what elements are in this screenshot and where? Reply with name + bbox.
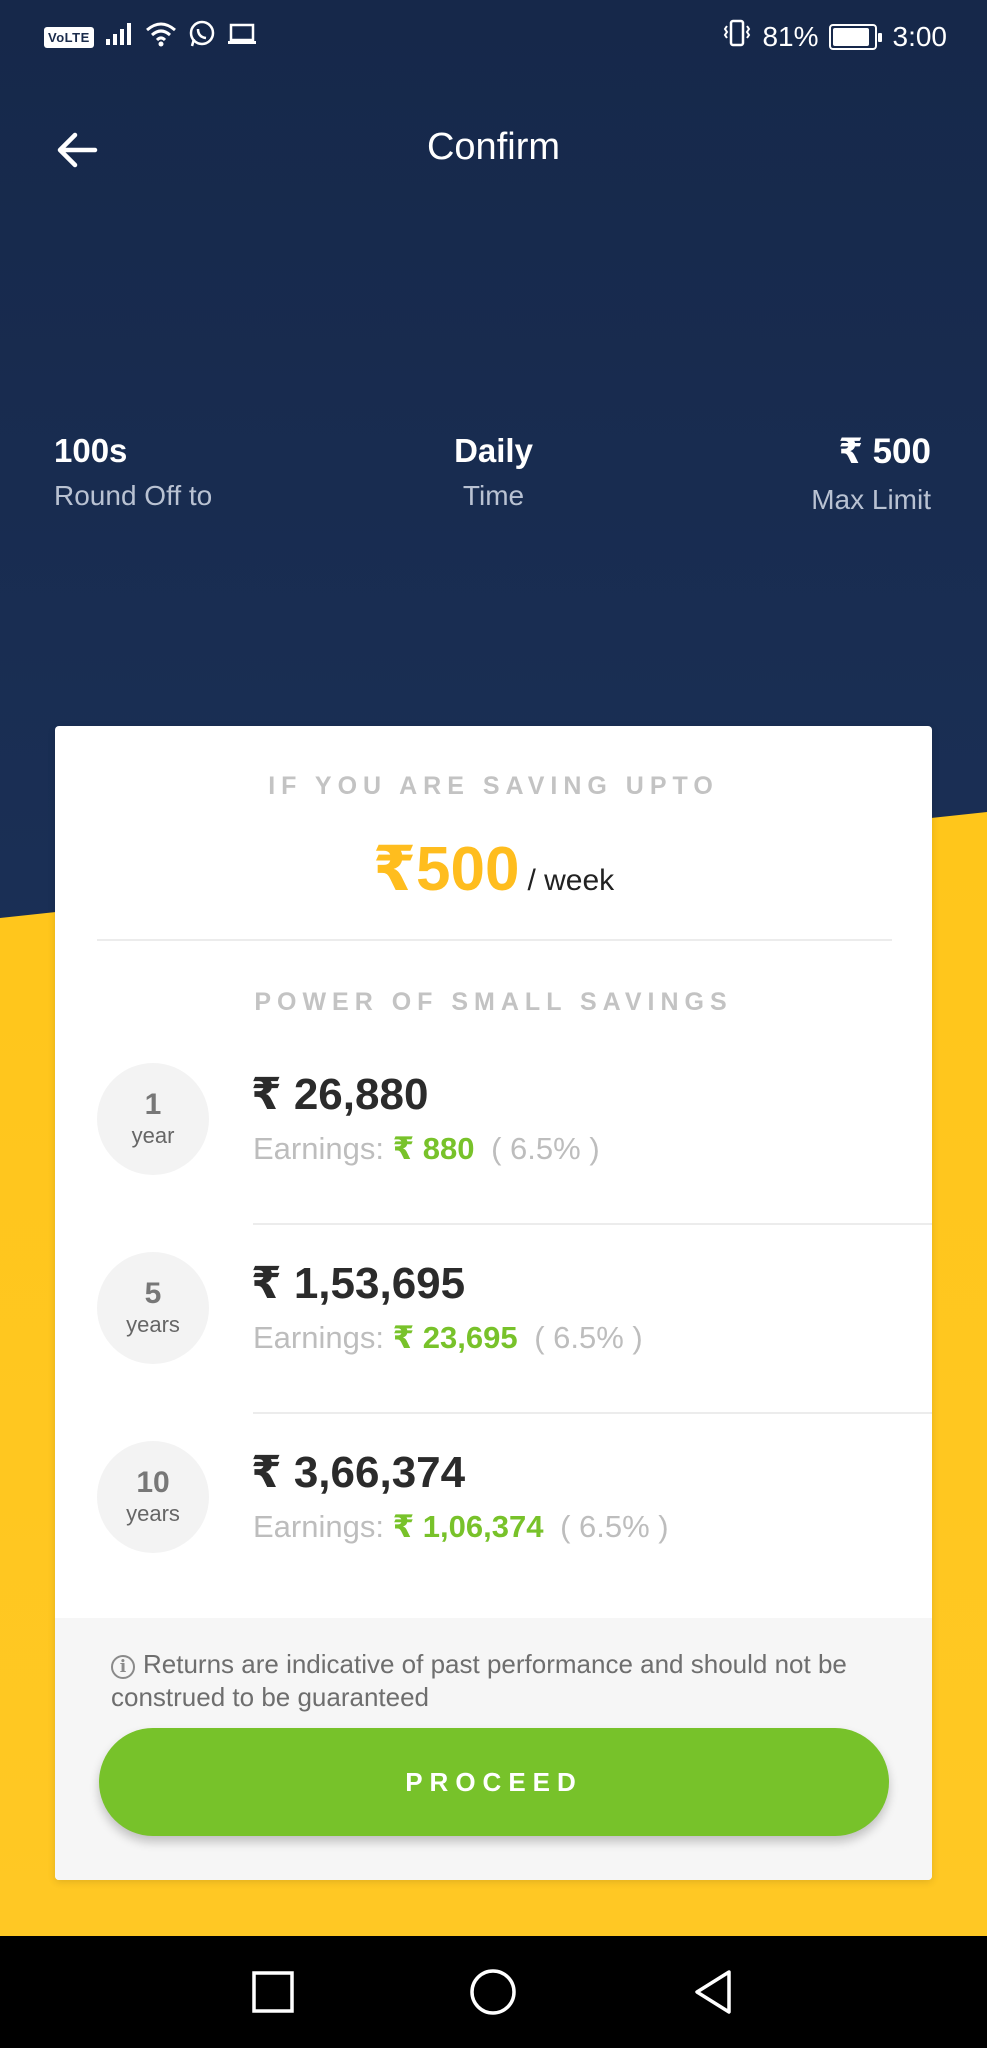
- earnings-amount: ₹ 1,06,374: [392, 1509, 544, 1544]
- duration-number: 1: [144, 1088, 162, 1121]
- earnings-amount: ₹ 880: [392, 1131, 475, 1166]
- circle-icon: [470, 1969, 516, 2015]
- savings-row-10-years: 10 years ₹ 3,66,374 Earnings: ₹ 1,06,374…: [55, 1441, 932, 1631]
- saving-amount: ₹500: [372, 835, 520, 904]
- page-title: Confirm: [426, 126, 561, 168]
- savings-card: IF YOU ARE SAVING UPTO ₹500/ week POWER …: [55, 726, 932, 1880]
- card-footer: i Returns are indicative of past performa…: [55, 1618, 932, 1880]
- clock: 3:00: [892, 20, 948, 52]
- total-amount: ₹ 3,66,374: [251, 1448, 466, 1497]
- total-amount: ₹ 26,880: [251, 1070, 429, 1119]
- power-caption: POWER OF SMALL SAVINGS: [254, 988, 733, 1016]
- saving-amount-line: ₹500/ week: [55, 832, 932, 905]
- disclaimer-text: Returns are indicative of past performan…: [111, 1649, 847, 1712]
- wifi-icon: [144, 20, 178, 55]
- duration-badge: 1 year: [97, 1063, 209, 1175]
- recents-button[interactable]: [245, 1964, 301, 2020]
- duration-badge: 5 years: [97, 1252, 209, 1364]
- navigation-bar: [0, 1936, 987, 2048]
- status-bar-right: 81% 3:00: [722, 18, 947, 55]
- earnings-rate: ( 6.5% ): [560, 1509, 669, 1544]
- savings-row-5-years: 5 years ₹ 1,53,695 Earnings: ₹ 23,695 ( …: [55, 1252, 932, 1442]
- saving-period: / week: [527, 864, 615, 897]
- divider: [97, 939, 892, 941]
- duration-number: 5: [144, 1277, 162, 1310]
- row-separator: [253, 1223, 932, 1225]
- duration-unit: years: [126, 1501, 180, 1526]
- signal-icon: [104, 21, 134, 54]
- stat-max-limit: ₹ 500 Max Limit: [811, 432, 931, 516]
- earnings-line: Earnings: ₹ 880 ( 6.5% ): [253, 1131, 600, 1167]
- earnings-line: Earnings: ₹ 1,06,374 ( 6.5% ): [253, 1509, 669, 1545]
- savings-row-1-year: 1 year ₹ 26,880 Earnings: ₹ 880 ( 6.5% ): [55, 1063, 932, 1253]
- square-icon: [252, 1971, 294, 2013]
- laptop-icon: [226, 21, 258, 54]
- duration-badge: 10 years: [97, 1441, 209, 1553]
- volte-badge: VoLTE: [44, 27, 94, 48]
- status-bar-left: VoLTE: [44, 20, 258, 55]
- battery-percent: 81%: [762, 20, 819, 52]
- earnings-label: Earnings:: [253, 1509, 384, 1544]
- proceed-button[interactable]: PROCEED: [99, 1728, 889, 1836]
- total-amount: ₹ 1,53,695: [251, 1259, 466, 1308]
- earnings-line: Earnings: ₹ 23,695 ( 6.5% ): [253, 1320, 643, 1356]
- info-icon: i: [111, 1655, 135, 1679]
- duration-number: 10: [136, 1466, 170, 1499]
- disclaimer: i Returns are indicative of past performa…: [111, 1648, 891, 1714]
- duration-unit: year: [131, 1123, 175, 1148]
- stat-label: Max Limit: [811, 484, 931, 515]
- earnings-label: Earnings:: [253, 1320, 384, 1355]
- duration-unit: years: [126, 1312, 180, 1337]
- triangle-back-icon: [695, 1970, 731, 2014]
- earnings-amount: ₹ 23,695: [392, 1320, 518, 1355]
- earnings-rate: ( 6.5% ): [491, 1131, 600, 1166]
- status-bar: VoLTE 81% 3:00: [0, 0, 987, 76]
- row-separator: [253, 1412, 932, 1414]
- earnings-label: Earnings:: [253, 1131, 384, 1166]
- back-nav-button[interactable]: [685, 1964, 741, 2020]
- home-button[interactable]: [465, 1964, 521, 2020]
- battery-icon: [828, 23, 882, 50]
- earnings-rate: ( 6.5% ): [534, 1320, 643, 1355]
- stat-value: ₹ 500: [838, 432, 931, 471]
- saving-caption: IF YOU ARE SAVING UPTO: [268, 772, 719, 800]
- vibrate-icon: [722, 18, 752, 55]
- whatsapp-icon: [188, 20, 216, 55]
